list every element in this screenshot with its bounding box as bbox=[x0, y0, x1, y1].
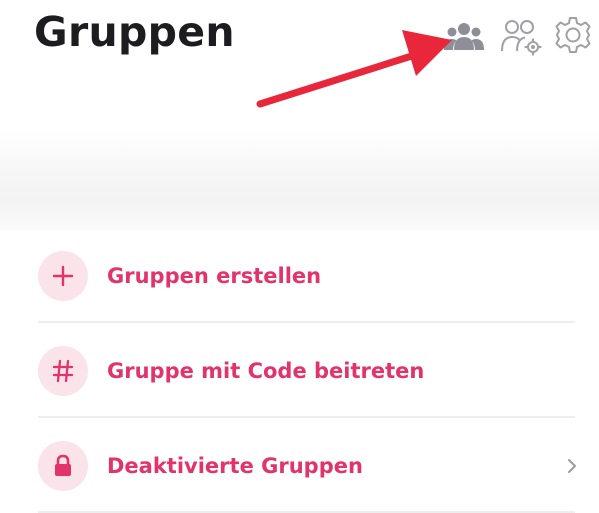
chevron-right-icon bbox=[568, 458, 576, 473]
section-separator bbox=[0, 130, 599, 230]
lock-icon bbox=[38, 440, 88, 491]
deactivated-groups-item[interactable]: Deaktivierte Gruppen bbox=[0, 418, 599, 513]
plus-icon bbox=[38, 250, 88, 301]
page-title: Gruppen bbox=[34, 8, 235, 56]
hash-icon bbox=[38, 345, 88, 396]
create-group-item[interactable]: Gruppen erstellen bbox=[0, 228, 599, 323]
groups-icon[interactable] bbox=[444, 20, 484, 54]
groups-page: Gruppen Gruppen erstellen Gruppe mit Cod… bbox=[0, 0, 599, 513]
group-settings-icon[interactable] bbox=[500, 18, 542, 56]
groups-menu: Gruppen erstellen Gruppe mit Code beitre… bbox=[0, 228, 599, 513]
join-group-with-code-item[interactable]: Gruppe mit Code beitreten bbox=[0, 323, 599, 418]
gear-icon[interactable] bbox=[553, 15, 593, 55]
menu-item-label: Gruppe mit Code beitreten bbox=[107, 358, 425, 383]
menu-item-label: Deaktivierte Gruppen bbox=[107, 453, 363, 478]
menu-item-label: Gruppen erstellen bbox=[107, 263, 322, 288]
